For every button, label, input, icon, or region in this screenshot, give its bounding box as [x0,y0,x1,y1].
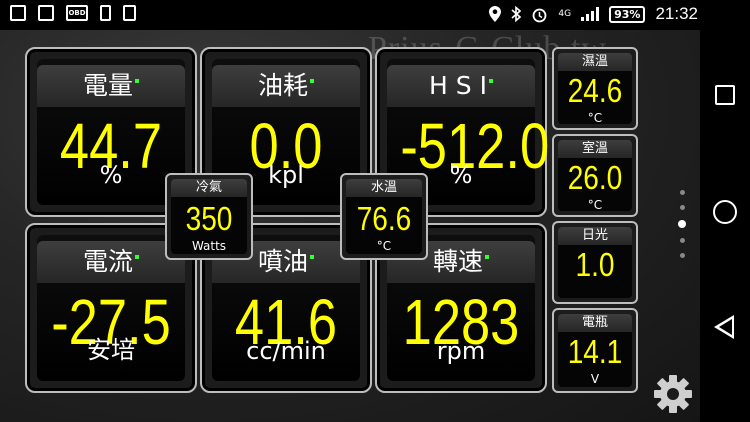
gauge-unit: rpm [436,337,486,365]
gauge-unit: % [99,161,123,189]
gauge-unit: °C [376,239,392,253]
dashboard: Prius-C-Club.tw 電量 44.7 % 油耗 0.0 kpl H S… [0,30,700,422]
notification-icons: OBD [10,5,136,21]
alarm-icon [533,8,547,22]
gauge-unit: °C [587,198,603,212]
network-type: 4G [558,9,572,19]
location-icon [489,6,502,22]
gauge-label: H S I [387,65,535,107]
phone-icon [100,5,111,21]
gauge-ac-power[interactable]: 冷氣 350 Watts [165,173,253,260]
gauge-cabin-temp[interactable]: 室溫 26.0 °C [552,134,638,217]
tablet-icon [123,5,136,21]
navigation-bar [700,30,750,422]
battery-indicator: 93% [609,5,646,23]
gauge-value: 350 [185,200,233,237]
gauge-sunlight[interactable]: 日光 1.0 [552,221,638,304]
gauge-label: 電流 [37,241,185,283]
page-indicator[interactable] [677,190,687,268]
gauge-label: 電量 [37,65,185,107]
page-dot[interactable] [679,190,685,195]
status-bar: OBD 4G 93% 21:32 [0,0,750,30]
gauge-value: 24.6 [567,72,623,109]
page-dot-active[interactable] [678,220,686,228]
gauge-value: 14.1 [567,333,623,370]
photo-icon [10,5,26,21]
gauge-label: 電瓶 [558,314,632,332]
page-dot[interactable] [679,253,685,258]
gear-icon[interactable] [652,373,694,415]
bluetooth-icon [511,6,522,22]
obd-icon: OBD [66,5,88,21]
gauge-water-temp[interactable]: 水溫 76.6 °C [340,173,428,260]
image-icon [38,5,54,21]
gauge-unit: °C [587,111,603,125]
system-icons: 4G 93% 21:32 [489,4,698,24]
gauge-value: 26.0 [567,159,623,196]
gauge-label: 室溫 [558,140,632,158]
recents-icon[interactable] [715,85,735,105]
page-dot[interactable] [679,205,685,210]
gauge-value: 76.6 [356,200,412,237]
signal-icon [581,7,600,21]
gauge-label: 水溫 [346,179,422,197]
gauge-label: 濕溫 [558,53,632,71]
gauge-unit: cc/min [246,337,326,365]
gauge-battery-voltage[interactable]: 電瓶 14.1 V [552,308,638,393]
home-icon[interactable] [713,200,737,224]
gauge-value: 1.0 [575,246,615,283]
page-dot[interactable] [679,238,685,243]
clock: 21:32 [655,4,698,23]
gauge-label: 冷氣 [171,179,247,197]
gauge-intake-temp[interactable]: 濕溫 24.6 °C [552,47,638,130]
gauge-unit: 安培 [87,336,135,364]
gauge-unit: V [590,372,600,386]
gauge-unit: Watts [191,239,227,253]
gauge-label: 日光 [558,227,632,245]
back-icon[interactable] [714,315,734,339]
gauge-label: 油耗 [212,65,360,107]
